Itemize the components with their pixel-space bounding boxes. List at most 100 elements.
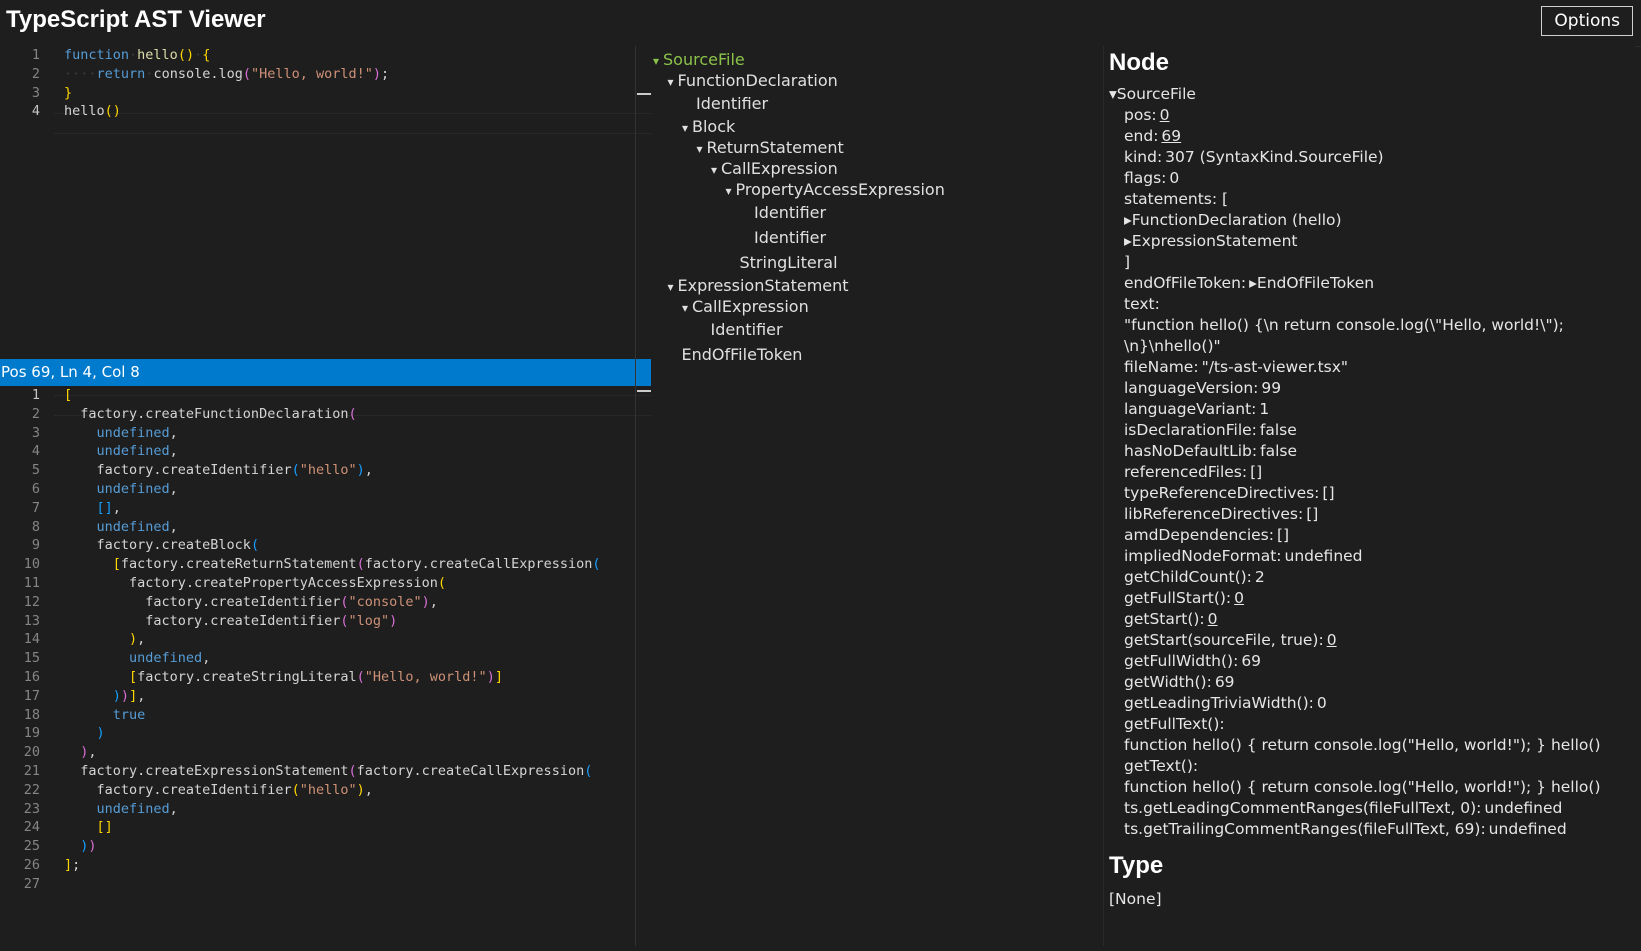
property-value[interactable]: 0 [1234, 589, 1244, 607]
node-property[interactable]: endOfFileToken: ▸EndOfFileToken [1124, 272, 1374, 294]
property-key: statements: [ [1124, 190, 1229, 208]
tree-node[interactable]: ▾ Block [682, 116, 735, 139]
code-line[interactable]: 13 factory.createIdentifier("log") [0, 612, 651, 631]
code-line[interactable]: 27 [0, 875, 651, 894]
code-line[interactable]: 22 factory.createIdentifier("hello"), [0, 781, 651, 800]
line-number: 2 [31, 405, 40, 422]
line-number: 5 [31, 462, 40, 479]
options-button[interactable]: Options [1541, 6, 1633, 36]
code-line[interactable]: 3} [0, 84, 651, 103]
code-line[interactable]: 8 undefined, [0, 518, 651, 537]
code-line[interactable]: 2 factory.createFunctionDeclaration( [0, 405, 651, 424]
code-line[interactable]: 1[ [0, 386, 651, 405]
property-key: getStart(sourceFile, true): [1124, 631, 1324, 649]
property-value[interactable]: 0 [1160, 106, 1170, 124]
code-line[interactable]: 25 )) [0, 837, 651, 856]
code-line[interactable]: 18 true [0, 706, 651, 725]
code-line[interactable]: 7 [], [0, 499, 651, 518]
code-line[interactable]: 24 [] [0, 818, 651, 837]
code-line[interactable]: 16 [factory.createStringLiteral("Hello, … [0, 668, 651, 687]
caret-down-icon[interactable]: ▾ [726, 180, 736, 202]
caret-down-icon[interactable]: ▾ [682, 117, 692, 139]
tree-node[interactable]: StringLiteral [740, 252, 838, 274]
details-root-node[interactable]: ▾SourceFile [1109, 83, 1196, 105]
tree-node[interactable]: Identifier [754, 202, 826, 224]
tree-node[interactable]: ▾ PropertyAccessExpression [726, 179, 945, 202]
tree-node-label: FunctionDeclaration [677, 71, 838, 90]
code-line[interactable]: 26]; [0, 856, 651, 875]
property-value: 2 [1254, 568, 1265, 586]
code-line[interactable]: 5 factory.createIdentifier("hello"), [0, 461, 651, 480]
code-text: factory.createIdentifier("console"), [64, 593, 438, 610]
property-key: getStart(): [1124, 610, 1205, 628]
cursor-position-status: Pos 69, Ln 4, Col 8 [0, 359, 652, 386]
tree-node-label: Identifier [696, 94, 769, 113]
tree-node[interactable]: ▾ CallExpression [711, 158, 838, 181]
line-number: 7 [31, 499, 40, 516]
code-line[interactable]: 23 undefined, [0, 800, 651, 819]
tree-node[interactable]: ▾ CallExpression [682, 296, 809, 319]
property-value: [] [1322, 484, 1335, 502]
caret-down-icon[interactable]: ▾ [668, 71, 678, 93]
tree-node[interactable]: Identifier [711, 319, 783, 341]
code-line[interactable]: 11 factory.createPropertyAccessExpressio… [0, 574, 651, 593]
tree-node[interactable]: EndOfFileToken [682, 344, 803, 366]
code-line[interactable]: 20 ), [0, 743, 651, 762]
code-text: [factory.createReturnStatement(factory.c… [112, 556, 601, 573]
node-property: referencedFiles:[] [1124, 461, 1262, 483]
code-text: factory.createExpressionStatement(factor… [64, 763, 593, 779]
source-editor[interactable]: 1 function·hello()·{2 ····return·console.l… [0, 46, 651, 359]
caret-down-icon[interactable]: ▾ [711, 159, 721, 181]
node-property[interactable]: ▸FunctionDeclaration (hello) [1124, 209, 1342, 231]
code-line[interactable]: 6 undefined, [0, 480, 651, 499]
code-line[interactable]: 1 function·hello()·{ [0, 46, 651, 65]
code-line[interactable]: 21 factory.createExpressionStatement(fac… [0, 762, 651, 781]
code-line[interactable]: 14 ), [0, 630, 651, 649]
property-value: 69 [1214, 673, 1235, 691]
code-text: [], [96, 499, 121, 516]
line-number: 23 [23, 800, 40, 817]
tree-node[interactable]: ▾ FunctionDeclaration [668, 70, 838, 93]
property-key: libReferenceDirectives: [1124, 505, 1304, 523]
code-line[interactable]: 4 undefined, [0, 442, 651, 461]
property-key: text: [1124, 295, 1160, 313]
code-line[interactable]: 10 [factory.createReturnStatement(factor… [0, 555, 651, 574]
code-line[interactable]: 2 ····return·console.log("Hello, world!")… [0, 65, 651, 84]
code-line[interactable]: 12 factory.createIdentifier("console"), [0, 593, 651, 612]
code-text: function·hello()·{ [64, 47, 211, 63]
code-text: true [112, 706, 146, 723]
code-text: undefined, [129, 650, 211, 667]
property-key: kind: [1124, 148, 1163, 166]
tree-node[interactable]: ▾ ExpressionStatement [668, 275, 849, 298]
node-property[interactable]: ▸ExpressionStatement [1124, 230, 1297, 252]
tree-node[interactable]: Identifier [754, 227, 826, 249]
caret-down-icon[interactable]: ▾ [697, 138, 707, 160]
code-line[interactable]: 15 undefined, [0, 649, 651, 668]
code-line[interactable]: 4 hello() [0, 102, 651, 121]
tree-node[interactable]: ▾ SourceFile [653, 49, 745, 72]
property-key: amdDependencies: [1124, 526, 1274, 544]
tree-node[interactable]: Identifier [696, 93, 768, 115]
code-line[interactable]: 19 ) [0, 724, 651, 743]
property-value[interactable]: 0 [1327, 631, 1337, 649]
caret-down-icon[interactable]: ▾ [653, 50, 663, 72]
editor-scrollbar-track[interactable] [635, 46, 636, 946]
node-property: "function hello() {\n return console.log… [1124, 314, 1564, 336]
node-property: ] [1124, 251, 1130, 273]
node-property: hasNoDefaultLib: false [1124, 440, 1297, 462]
property-key: hasNoDefaultLib: [1124, 442, 1258, 460]
caret-down-icon[interactable]: ▾ [682, 297, 692, 319]
node-property: fileName: "/ts-ast-viewer.tsx" [1124, 356, 1348, 378]
property-key: ▸ExpressionStatement [1124, 232, 1298, 250]
property-value[interactable]: 0 [1208, 610, 1218, 628]
code-line[interactable]: 17 ))], [0, 687, 651, 706]
line-number: 9 [31, 537, 40, 554]
property-value: 0 [1316, 694, 1327, 712]
tree-node[interactable]: ▾ ReturnStatement [697, 137, 844, 160]
caret-down-icon[interactable]: ▾ [668, 276, 678, 298]
property-key: getLeadingTriviaWidth(): [1124, 694, 1314, 712]
code-line[interactable]: 3 undefined, [0, 424, 651, 443]
property-value[interactable]: 69 [1161, 127, 1181, 145]
factory-code-view[interactable]: 1[2 factory.createFunctionDeclaration(3 … [0, 386, 651, 947]
code-line[interactable]: 9 factory.createBlock( [0, 536, 651, 555]
